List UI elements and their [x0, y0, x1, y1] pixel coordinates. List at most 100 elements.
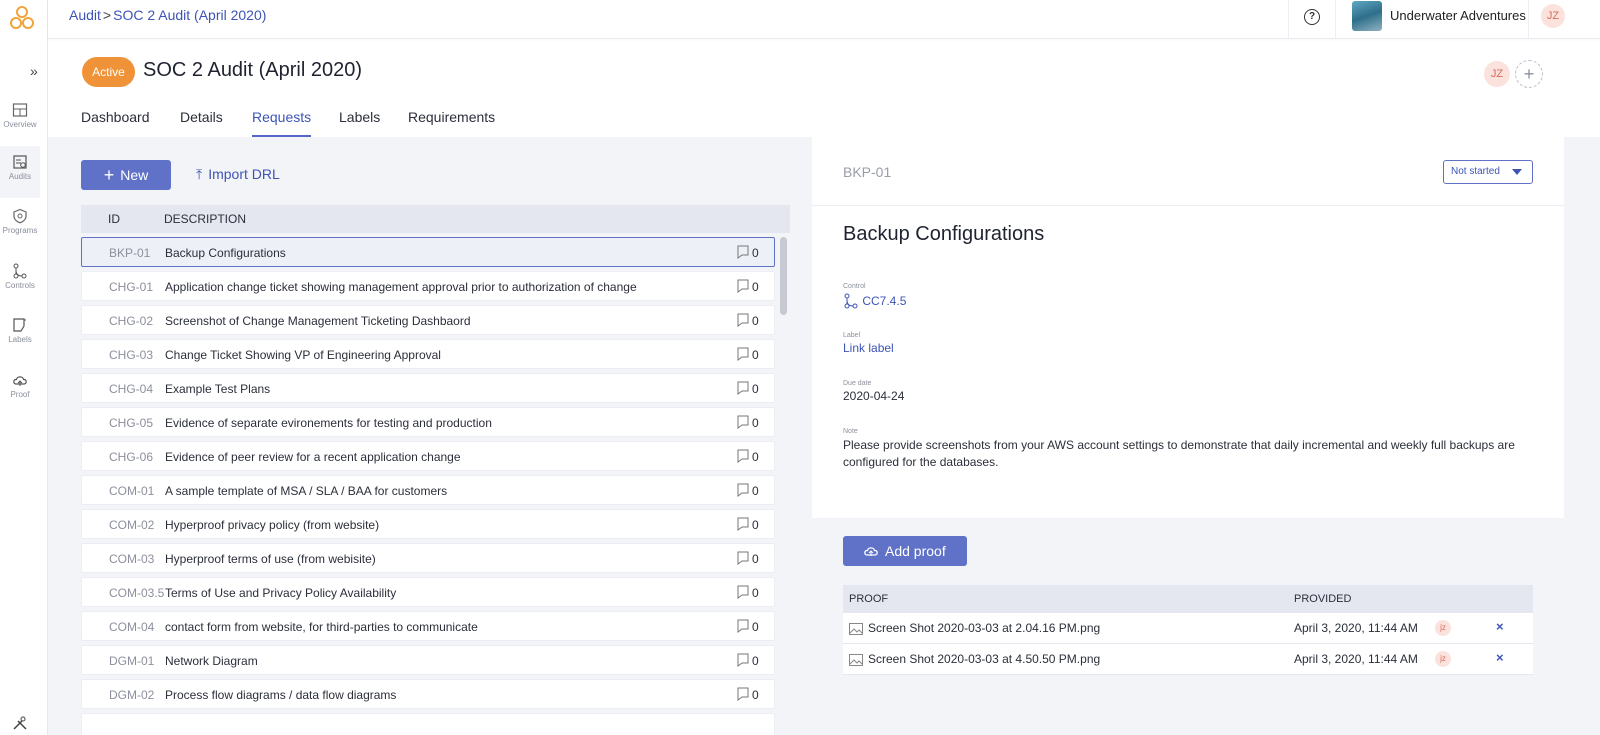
import-drl-button[interactable]: ⤒ Import DRL: [196, 166, 280, 183]
column-header-provided[interactable]: PROVIDED: [1294, 593, 1351, 605]
request-status-dropdown[interactable]: Not started: [1443, 160, 1533, 184]
row-comment-count: 0: [752, 280, 759, 294]
table-row[interactable]: CHG-05 Evidence of separate evironements…: [81, 407, 775, 437]
table-row[interactable]: CHG-04 Example Test Plans 0: [81, 373, 775, 403]
rail-item-programs[interactable]: Programs: [0, 200, 40, 252]
table-row[interactable]: [81, 713, 775, 735]
add-proof-label: Add proof: [885, 543, 946, 559]
remove-proof-close-icon[interactable]: ×: [1496, 650, 1504, 665]
tab-requests[interactable]: Requests: [252, 109, 312, 137]
user-menu[interactable]: JZ: [1528, 0, 1600, 39]
image-file-icon: [849, 654, 863, 666]
control-field[interactable]: CC7.4.5: [843, 293, 906, 309]
comment-flag-icon[interactable]: [737, 381, 749, 395]
comment-flag-icon[interactable]: [737, 483, 749, 497]
add-member-button[interactable]: +: [1515, 60, 1543, 88]
row-id: CHG-06: [109, 450, 154, 464]
table-row[interactable]: CHG-01 Application change ticket showing…: [81, 271, 775, 301]
row-id: COM-01: [109, 484, 155, 498]
rail-item-overview[interactable]: Overview: [0, 94, 40, 146]
app-logo-icon[interactable]: [9, 5, 35, 31]
content-area: + New ⤒ Import DRL ID DESCRIPTION BKP-01 B…: [48, 137, 1600, 735]
table-row[interactable]: CHG-02 Screenshot of Change Management T…: [81, 305, 775, 335]
row-description: Evidence of peer review for a recent app…: [165, 450, 461, 464]
comment-flag-icon[interactable]: [737, 245, 749, 259]
proof-row[interactable]: Screen Shot 2020-03-03 at 4.50.50 PM.png…: [843, 644, 1533, 675]
chevron-down-icon: [1512, 169, 1522, 175]
comment-flag-icon[interactable]: [737, 449, 749, 463]
row-description: A sample template of MSA / SLA / BAA for…: [165, 484, 448, 498]
column-header-description[interactable]: DESCRIPTION: [164, 212, 246, 226]
rail-item-labels[interactable]: Labels: [0, 309, 40, 361]
comment-flag-icon[interactable]: [737, 585, 749, 599]
table-row[interactable]: DGM-01 Network Diagram 0: [81, 645, 775, 675]
table-row[interactable]: CHG-03 Change Ticket Showing VP of Engin…: [81, 339, 775, 369]
row-id: CHG-01: [109, 280, 154, 294]
rail-expand-icon[interactable]: »: [30, 63, 38, 79]
tools-icon[interactable]: [12, 715, 28, 731]
proof-row[interactable]: Screen Shot 2020-03-03 at 2.04.16 PM.png…: [843, 613, 1533, 644]
row-description: Change Ticket Showing VP of Engineering …: [165, 348, 441, 362]
column-header-id[interactable]: ID: [108, 212, 120, 226]
new-request-button[interactable]: + New: [81, 160, 171, 190]
comment-flag-icon[interactable]: [737, 347, 749, 361]
table-row[interactable]: COM-04 contact form from website, for th…: [81, 611, 775, 641]
table-row[interactable]: BKP-01 Backup Configurations 0: [81, 237, 775, 267]
comment-flag-icon[interactable]: [737, 415, 749, 429]
row-comment-count: 0: [752, 348, 759, 362]
add-proof-button[interactable]: Add proof: [843, 536, 967, 566]
comment-flag-icon[interactable]: [737, 551, 749, 565]
cloud-upload-icon: [864, 547, 878, 556]
upload-icon: ⤒: [196, 166, 203, 182]
comment-flag-icon[interactable]: [737, 653, 749, 667]
rail-item-label: Controls: [5, 281, 35, 290]
tab-details[interactable]: Details: [180, 109, 223, 137]
member-avatar[interactable]: JZ: [1484, 61, 1510, 87]
org-switcher[interactable]: Underwater Adventures: [1335, 0, 1528, 39]
rail-item-proof[interactable]: Proof: [0, 364, 40, 416]
column-header-proof[interactable]: PROOF: [849, 593, 888, 605]
comment-flag-icon[interactable]: [737, 619, 749, 633]
comment-flag-icon[interactable]: [737, 313, 749, 327]
control-field-label: Control: [843, 283, 866, 290]
table-row[interactable]: CHG-06 Evidence of peer review for a rec…: [81, 441, 775, 471]
rail-item-audits[interactable]: Audits: [0, 146, 40, 198]
controls-icon: [13, 263, 27, 279]
row-description: Backup Configurations: [165, 246, 286, 260]
proof-file-name[interactable]: Screen Shot 2020-03-03 at 2.04.16 PM.png: [868, 621, 1100, 635]
remove-proof-close-icon[interactable]: ×: [1496, 619, 1504, 634]
row-comment-count: 0: [752, 484, 759, 498]
breadcrumb-separator: >: [102, 7, 112, 23]
help-button[interactable]: ?: [1288, 0, 1335, 39]
proof-file-name[interactable]: Screen Shot 2020-03-03 at 4.50.50 PM.png: [868, 652, 1100, 666]
org-thumbnail: [1352, 1, 1382, 31]
proof-provided-date: April 3, 2020, 11:44 AM: [1294, 621, 1418, 635]
status-dropdown-value: Not started: [1451, 166, 1500, 177]
table-row[interactable]: DGM-02 Process flow diagrams / data flow…: [81, 679, 775, 709]
table-row[interactable]: COM-01 A sample template of MSA / SLA / …: [81, 475, 775, 505]
top-bar: Audit > SOC 2 Audit (April 2020) ? Underwa…: [48, 0, 1600, 39]
row-id: BKP-01: [109, 246, 151, 260]
breadcrumb-current-link[interactable]: SOC 2 Audit (April 2020): [113, 7, 266, 23]
comment-flag-icon[interactable]: [737, 687, 749, 701]
tab-labels[interactable]: Labels: [339, 109, 380, 137]
control-link[interactable]: CC7.4.5: [862, 294, 906, 308]
row-comment-count: 0: [752, 654, 759, 668]
rail-item-controls[interactable]: Controls: [0, 255, 40, 307]
comment-flag-icon[interactable]: [737, 517, 749, 531]
tab-dashboard[interactable]: Dashboard: [81, 109, 150, 137]
table-row[interactable]: COM-03.5 Terms of Use and Privacy Policy…: [81, 577, 775, 607]
label-field-label: Label: [843, 332, 861, 339]
table-row[interactable]: COM-03 Hyperproof terms of use (from web…: [81, 543, 775, 573]
table-row[interactable]: COM-02 Hyperproof privacy policy (from w…: [81, 509, 775, 539]
control-link-icon: [844, 293, 858, 309]
audits-icon: [13, 155, 27, 169]
new-button-label: New: [120, 167, 149, 183]
label-link[interactable]: Link label: [843, 341, 894, 355]
breadcrumb-audit-link[interactable]: Audit: [69, 7, 101, 23]
comment-flag-icon[interactable]: [737, 279, 749, 293]
proof-provided-date: April 3, 2020, 11:44 AM: [1294, 652, 1418, 666]
list-scrollbar[interactable]: [780, 237, 787, 315]
row-comment-count: 0: [752, 586, 759, 600]
tab-requirements[interactable]: Requirements: [408, 109, 495, 137]
